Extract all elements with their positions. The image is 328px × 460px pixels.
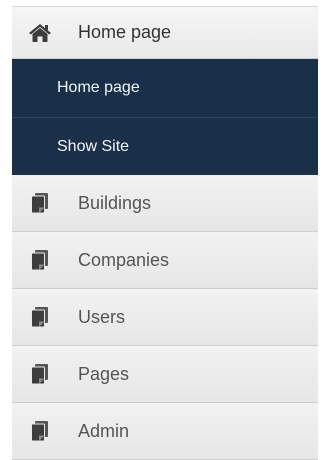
submenu-item-show-site[interactable]: Show Site <box>12 117 318 175</box>
document-icon <box>26 360 54 388</box>
submenu: Home page Show Site <box>12 59 318 175</box>
menu-header-home[interactable]: Home page <box>12 6 318 59</box>
menu-item-companies[interactable]: Companies <box>12 232 318 289</box>
document-icon <box>26 417 54 445</box>
submenu-item-home-page[interactable]: Home page <box>12 59 318 117</box>
menu-items: Buildings Companies Users Pages Admin <box>12 175 318 460</box>
document-icon <box>26 189 54 217</box>
menu-item-admin[interactable]: Admin <box>12 403 318 460</box>
document-icon <box>26 303 54 331</box>
sidebar-nav: Home page Home page Show Site Buildings <box>0 0 328 460</box>
menu-item-label: Pages <box>78 363 130 384</box>
submenu-item-label: Show Site <box>57 137 130 155</box>
menu-item-label: Buildings <box>78 192 152 213</box>
home-icon <box>26 19 54 47</box>
menu-item-label: Admin <box>78 420 130 441</box>
menu-item-label: Companies <box>78 249 170 270</box>
menu-item-users[interactable]: Users <box>12 289 318 346</box>
menu-item-buildings[interactable]: Buildings <box>12 175 318 232</box>
menu-item-label: Users <box>78 306 126 327</box>
menu-header-label: Home page <box>78 22 172 42</box>
submenu-item-label: Home page <box>57 79 140 96</box>
document-icon <box>26 246 54 274</box>
menu-item-pages[interactable]: Pages <box>12 346 318 403</box>
